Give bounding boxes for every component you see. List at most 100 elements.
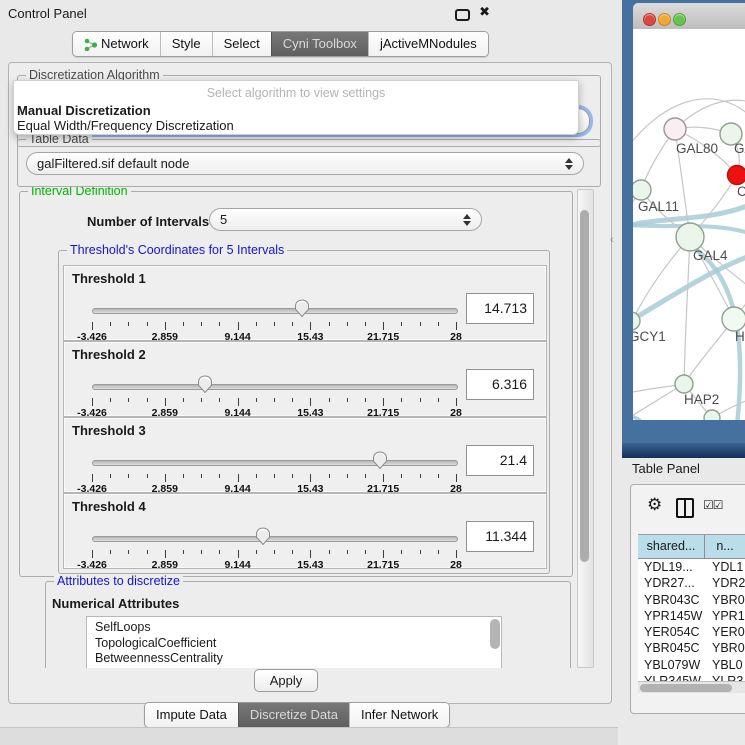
table-row[interactable]: YDL19...YDL1: [638, 559, 745, 575]
table-row[interactable]: YPR145WYPR1: [638, 608, 745, 624]
splitter-handle-icon[interactable]: ‹: [610, 234, 614, 246]
checkboxes-icon[interactable]: ☑☑: [703, 498, 723, 512]
table-cell[interactable]: YER054C: [638, 624, 704, 640]
numerical-attributes-list[interactable]: SelfLoopsTopologicalCoefficientBetweenne…: [86, 616, 502, 668]
table-data-combobox[interactable]: galFiltered.sif default node: [26, 152, 584, 175]
table-cell[interactable]: YBL0: [704, 657, 745, 673]
table-row[interactable]: YDR27...YDR2: [638, 575, 745, 591]
ruler-tick: [165, 550, 166, 558]
threshold-panel: Threshold 1 -3.4262.8599.14415.4321.7152…: [63, 265, 547, 341]
ruler-tick: [292, 322, 293, 326]
attribute-item[interactable]: TopologicalCoefficient: [87, 636, 501, 652]
threshold-slider[interactable]: [92, 536, 458, 542]
table-cell[interactable]: YDR27...: [638, 575, 704, 591]
vertical-scrollbar[interactable]: [577, 189, 594, 668]
network-window-titlebar[interactable]: [633, 3, 745, 30]
algorithm-option-manual[interactable]: Manual Discretization: [17, 103, 151, 118]
node-table[interactable]: shared... n... YDL19...YDL1YDR27...YDR2Y…: [638, 534, 745, 681]
table-cell[interactable]: YBR0: [704, 592, 745, 608]
network-icon: [84, 38, 97, 51]
network-node[interactable]: [664, 118, 686, 140]
network-node[interactable]: [675, 375, 693, 393]
ruler-tick: [383, 474, 384, 482]
table-cell[interactable]: YLR3: [704, 673, 745, 681]
threshold-slider[interactable]: [92, 460, 458, 466]
table-row[interactable]: YBR045CYBR0: [638, 640, 745, 656]
number-of-intervals-combobox[interactable]: 5: [209, 208, 482, 231]
table-cell[interactable]: YLR345W: [638, 673, 704, 681]
tab-label: jActiveMNodules: [380, 32, 477, 56]
tab-infer-network[interactable]: Infer Network: [349, 703, 449, 727]
ruler-tick: [219, 322, 220, 326]
network-canvas[interactable]: GAL80GACGAL11GAL4GCY1HHAP2: [633, 29, 745, 420]
network-edge[interactable]: [633, 237, 690, 321]
network-edge[interactable]: [684, 237, 690, 384]
table-hscrollbar-thumb[interactable]: [640, 684, 732, 692]
ruler-tick: [456, 398, 457, 406]
table-row[interactable]: YER054CYER0: [638, 624, 745, 640]
table-cell[interactable]: YBR045C: [638, 640, 704, 656]
threshold-value-field[interactable]: 14.713: [466, 293, 534, 324]
attribute-item[interactable]: BetweennessCentrality: [87, 651, 501, 667]
ruler-tick: [383, 398, 384, 406]
apply-button[interactable]: Apply: [254, 669, 318, 692]
slider-thumb[interactable]: [294, 299, 310, 318]
table-row[interactable]: YLR345WYLR3: [638, 673, 745, 681]
table-cell[interactable]: YDR2: [704, 575, 745, 591]
thresholds-group-title: Threshold's Coordinates for 5 Intervals: [67, 243, 287, 257]
numerical-attributes-label: Numerical Attributes: [52, 596, 179, 611]
tab-cyni-toolbox[interactable]: Cyni Toolbox: [271, 32, 368, 56]
minimize-traffic-icon[interactable]: [658, 13, 671, 26]
network-node[interactable]: [728, 166, 745, 185]
slider-thumb[interactable]: [372, 451, 388, 470]
threshold-value-field[interactable]: 11.344: [466, 521, 534, 552]
ruler-tick: [92, 322, 93, 330]
gear-icon[interactable]: ⚙: [647, 495, 662, 515]
table-cell[interactable]: YPR1: [704, 608, 745, 624]
network-node[interactable]: [704, 410, 720, 420]
algorithm-option-equal-width[interactable]: Equal Width/Frequency Discretization: [17, 118, 234, 133]
columns-icon[interactable]: [676, 498, 694, 518]
threshold-value-field[interactable]: 21.4: [466, 445, 534, 476]
ruler-tick: [365, 550, 366, 554]
slider-thumb[interactable]: [197, 375, 213, 394]
ruler-tick: [128, 550, 129, 554]
close-traffic-icon[interactable]: [643, 13, 656, 26]
tab-network[interactable]: Network: [73, 32, 160, 56]
table-cell[interactable]: YPR145W: [638, 608, 704, 624]
ruler-tick: [456, 550, 457, 558]
network-edge[interactable]: [633, 416, 647, 420]
zoom-traffic-icon[interactable]: [673, 13, 686, 26]
table-row[interactable]: YBR043CYBR0: [638, 592, 745, 608]
network-node[interactable]: [722, 307, 745, 331]
close-icon[interactable]: ✖: [479, 5, 490, 20]
table-cell[interactable]: YBL079W: [638, 657, 704, 673]
ruler-tick: [238, 322, 239, 330]
tab-select[interactable]: Select: [212, 32, 271, 56]
table-horizontal-scrollbar[interactable]: [638, 681, 745, 693]
attribute-item[interactable]: SelfLoops: [87, 620, 501, 636]
table-cell[interactable]: YBR043C: [638, 592, 704, 608]
threshold-slider[interactable]: [92, 308, 458, 314]
network-node[interactable]: [676, 223, 704, 251]
tab-style[interactable]: Style: [160, 32, 212, 56]
ruler-tick: [401, 398, 402, 402]
node-label: GAL4: [693, 248, 728, 263]
vertical-scrollbar-thumb[interactable]: [580, 210, 589, 562]
tab-discretize-data[interactable]: Discretize Data: [238, 703, 349, 727]
float-window-icon[interactable]: [455, 9, 470, 21]
tab-jactivemnodules[interactable]: jActiveMNodules: [368, 32, 488, 56]
table-cell[interactable]: YER0: [704, 624, 745, 640]
network-node[interactable]: [633, 180, 651, 200]
threshold-value-field[interactable]: 6.316: [466, 369, 534, 400]
list-scrollbar[interactable]: [490, 619, 500, 649]
column-header-shared[interactable]: shared...: [638, 535, 705, 558]
table-cell[interactable]: YDL1: [704, 559, 745, 575]
table-cell[interactable]: YDL19...: [638, 559, 704, 575]
tab-impute-data[interactable]: Impute Data: [145, 703, 238, 727]
table-cell[interactable]: YBR0: [704, 640, 745, 656]
column-header-name[interactable]: n...: [705, 535, 745, 558]
table-row[interactable]: YBL079WYBL0: [638, 657, 745, 673]
threshold-slider[interactable]: [92, 384, 458, 390]
slider-thumb[interactable]: [255, 527, 271, 546]
